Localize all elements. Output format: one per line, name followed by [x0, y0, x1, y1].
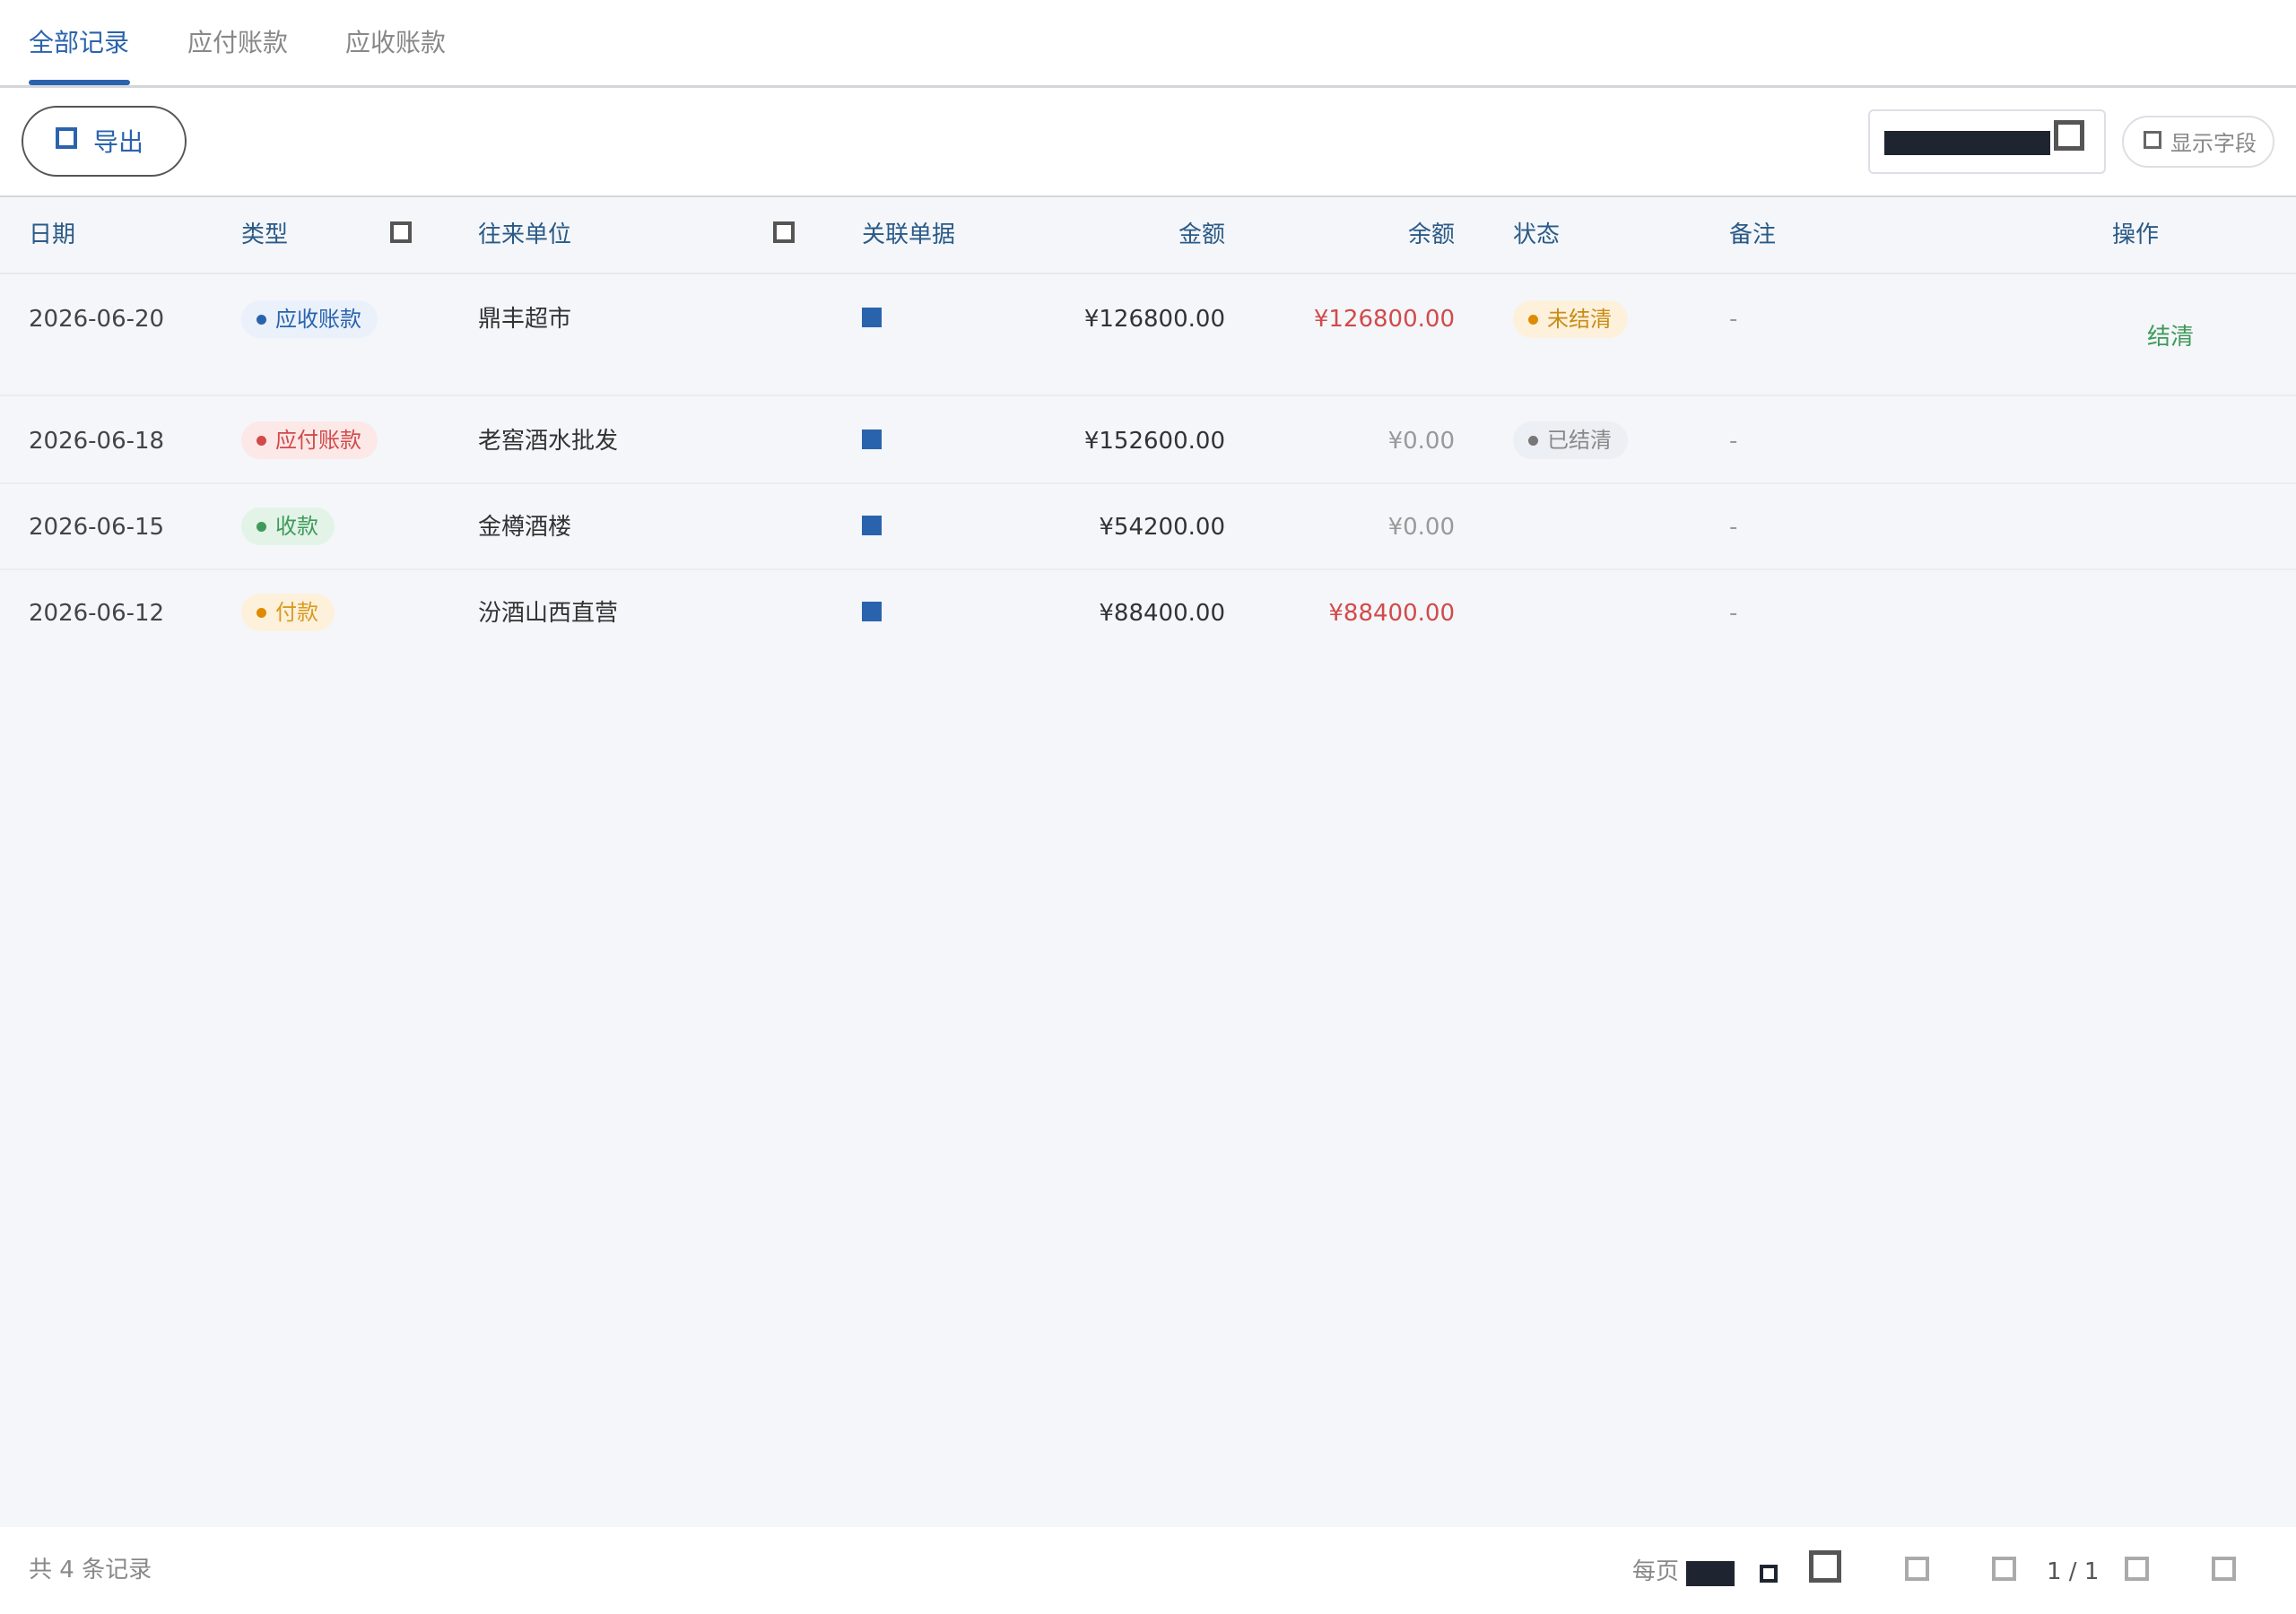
row-amount: ¥152600.00: [1083, 428, 1225, 455]
row-amount: ¥54200.00: [1099, 514, 1225, 541]
status-dot: [257, 522, 266, 532]
tab-payables[interactable]: 应付账款: [187, 25, 288, 61]
row-date: 2026-06-18: [29, 428, 165, 455]
last-page-icon[interactable]: [2212, 1557, 2236, 1581]
table-header: 日期 类型 往来单位 关联单据 金额 余额 状态 备注 操作: [0, 197, 2296, 274]
row-party: 金樽酒楼: [478, 514, 572, 541]
column-header-amount[interactable]: 金额: [1046, 219, 1225, 251]
status-badge-unsettled: 未结清: [1513, 300, 1628, 338]
table-row[interactable]: 2026-06-18 应付账款 老窖酒水批发 ¥152600.00 ¥0.00 …: [0, 396, 2296, 484]
search-icon[interactable]: [2054, 120, 2084, 151]
row-note: -: [1729, 306, 1738, 333]
column-header-status: 状态: [1513, 221, 1561, 248]
column-header-type: 类型: [241, 221, 289, 248]
type-badge-label: 应收账款: [275, 307, 361, 332]
export-label: 导出: [93, 127, 144, 157]
type-badge-receivable: 应收账款: [241, 300, 378, 338]
search-input-value-redacted: [1884, 131, 2050, 155]
row-amount: ¥126800.00: [1083, 306, 1225, 333]
status-badge-settled: 已结清: [1513, 421, 1628, 459]
party-filter-icon[interactable]: [773, 221, 795, 243]
type-badge-payable: 应付账款: [241, 421, 378, 459]
row-note: -: [1729, 600, 1738, 627]
row-balance: ¥126800.00: [1313, 306, 1455, 333]
pagination-footer: 共 4 条记录 每页 1 / 1: [0, 1527, 2296, 1614]
active-tab-indicator: [29, 80, 130, 85]
table-row[interactable]: 2026-06-15 收款 金樽酒楼 ¥54200.00 ¥0.00 -: [0, 484, 2296, 570]
row-date: 2026-06-20: [29, 306, 165, 333]
status-dot: [1528, 436, 1538, 446]
row-balance: ¥0.00: [1387, 428, 1455, 455]
row-note: -: [1729, 514, 1738, 541]
row-party: 汾酒山西直营: [478, 600, 619, 627]
row-balance: ¥0.00: [1387, 514, 1455, 541]
total-records: 共 4 条记录: [29, 1557, 152, 1584]
type-filter-icon[interactable]: [390, 221, 412, 243]
row-balance: ¥88400.00: [1328, 600, 1455, 627]
row-party: 鼎丰超市: [478, 306, 572, 333]
tab-receivables[interactable]: 应收账款: [345, 25, 446, 61]
status-dot: [257, 315, 266, 325]
first-page-icon[interactable]: [1809, 1550, 1841, 1583]
prev-step-icon[interactable]: [1992, 1557, 2016, 1581]
row-date: 2026-06-15: [29, 514, 165, 541]
status-dot: [1528, 315, 1538, 325]
row-date: 2026-06-12: [29, 600, 165, 627]
type-badge-label: 付款: [275, 600, 318, 625]
display-fields-button[interactable]: 显示字段: [2122, 116, 2274, 168]
page-indicator: 1 / 1: [2047, 1558, 2100, 1585]
linked-document-icon[interactable]: [862, 602, 882, 621]
toolbar: 导出 显示字段: [0, 88, 2296, 197]
columns-icon: [2144, 131, 2161, 149]
tab-all-records[interactable]: 全部记录: [29, 25, 129, 61]
row-note: -: [1729, 428, 1738, 455]
page-size-dropdown-icon[interactable]: [1760, 1565, 1778, 1583]
tab-bar: 全部记录 应付账款 应收账款: [0, 0, 2296, 88]
linked-document-icon[interactable]: [862, 430, 882, 449]
type-badge-payment: 付款: [241, 594, 335, 631]
settle-button[interactable]: 结清: [2147, 321, 2194, 353]
next-page-icon[interactable]: [2125, 1557, 2149, 1581]
status-badge-label: 未结清: [1547, 307, 1612, 332]
row-party: 老窖酒水批发: [478, 428, 619, 455]
status-dot: [257, 608, 266, 618]
per-page-select[interactable]: [1686, 1561, 1735, 1586]
linked-document-icon[interactable]: [862, 516, 882, 535]
column-header-party: 往来单位: [478, 221, 572, 248]
linked-document-icon[interactable]: [862, 308, 882, 327]
prev-page-icon[interactable]: [1905, 1557, 1929, 1581]
export-icon: [56, 127, 77, 149]
table-row[interactable]: 2026-06-12 付款 汾酒山西直营 ¥88400.00 ¥88400.00…: [0, 570, 2296, 656]
status-dot: [257, 436, 266, 446]
display-fields-label: 显示字段: [2170, 131, 2257, 156]
column-header-date[interactable]: 日期: [29, 219, 75, 251]
column-header-note: 备注: [1729, 221, 1777, 248]
search-input[interactable]: [1868, 109, 2106, 174]
column-header-doc: 关联单据: [862, 221, 956, 248]
type-badge-label: 应付账款: [275, 428, 361, 453]
table-row[interactable]: 2026-06-20 应收账款 鼎丰超市 ¥126800.00 ¥126800.…: [0, 274, 2296, 396]
column-header-action: 操作: [2112, 221, 2160, 248]
type-badge-label: 收款: [275, 514, 318, 539]
row-amount: ¥88400.00: [1099, 600, 1225, 627]
export-button[interactable]: 导出: [22, 106, 187, 177]
status-badge-label: 已结清: [1547, 428, 1612, 453]
column-header-balance[interactable]: 余额: [1275, 219, 1455, 251]
type-badge-receipt: 收款: [241, 508, 335, 545]
per-page-label: 每页: [1632, 1558, 1680, 1585]
